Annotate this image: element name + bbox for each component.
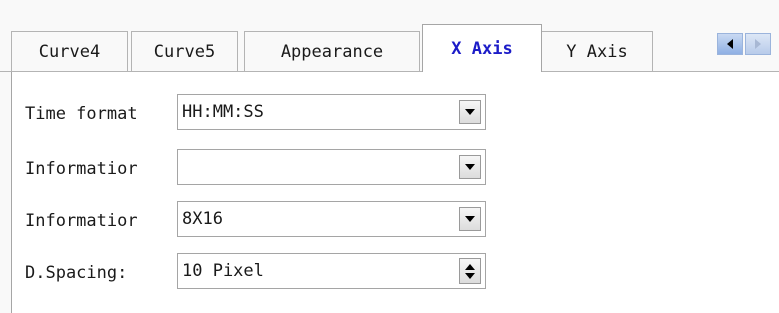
scroll-tabs-right-button[interactable] — [745, 33, 771, 55]
tab-label: X Axis — [451, 38, 513, 59]
time-format-value: HH:MM:SS — [182, 102, 264, 122]
tab-appearance[interactable]: Appearance — [244, 31, 420, 71]
time-format-label: Time format — [25, 104, 138, 124]
d-spacing-label: D.Spacing: — [25, 263, 128, 283]
chevron-down-icon — [465, 216, 475, 222]
information-value: 8X16 — [182, 209, 223, 229]
tab-y-axis[interactable]: Y Axis — [541, 31, 653, 71]
triangle-left-icon — [727, 39, 733, 49]
tab-divider — [0, 71, 779, 72]
information-dropdown-button-1[interactable] — [459, 155, 481, 179]
tab-curve4[interactable]: Curve4 — [11, 31, 128, 71]
tab-scroller — [717, 33, 779, 55]
tab-curve5[interactable]: Curve5 — [131, 31, 238, 71]
d-spacing-row: D.Spacing: 10 Pixel — [12, 249, 779, 293]
time-format-dropdown-button[interactable] — [459, 100, 481, 124]
chevron-down-icon — [465, 109, 475, 115]
tab-label: Curve5 — [153, 41, 216, 62]
chevron-down-icon — [465, 164, 475, 170]
information-dropdown-button-2[interactable] — [459, 207, 481, 231]
d-spacing-spin-buttons[interactable] — [459, 258, 481, 284]
time-format-dropdown[interactable]: HH:MM:SS — [177, 94, 486, 130]
information-row-1: Informatior — [12, 145, 779, 189]
triangle-right-icon — [755, 39, 761, 49]
information-label: Informatior — [25, 211, 138, 231]
tab-label: Curve4 — [38, 41, 101, 62]
d-spacing-value: 10 Pixel — [182, 261, 264, 281]
x-axis-panel: Time format HH:MM:SS Informatior Informa… — [11, 72, 779, 313]
information-dropdown-2[interactable]: 8X16 — [177, 201, 486, 237]
tab-x-axis[interactable]: X Axis — [422, 24, 542, 72]
time-format-row: Time format HH:MM:SS — [12, 92, 779, 136]
tab-label: Y Axis — [566, 41, 628, 62]
d-spacing-spinner[interactable]: 10 Pixel — [177, 253, 486, 289]
axis-settings-window: Curve4 Curve5 Appearance X Axis Y Axis T… — [0, 0, 779, 313]
spin-up-icon[interactable] — [465, 263, 475, 270]
information-label: Informatior — [25, 159, 138, 179]
information-dropdown-1[interactable] — [177, 149, 486, 185]
tab-label: Appearance — [280, 41, 384, 62]
spin-down-icon[interactable] — [465, 272, 475, 279]
tab-strip: Curve4 Curve5 Appearance X Axis Y Axis — [0, 0, 779, 72]
information-row-2: Informatior 8X16 — [12, 197, 779, 241]
scroll-tabs-left-button[interactable] — [717, 33, 743, 55]
